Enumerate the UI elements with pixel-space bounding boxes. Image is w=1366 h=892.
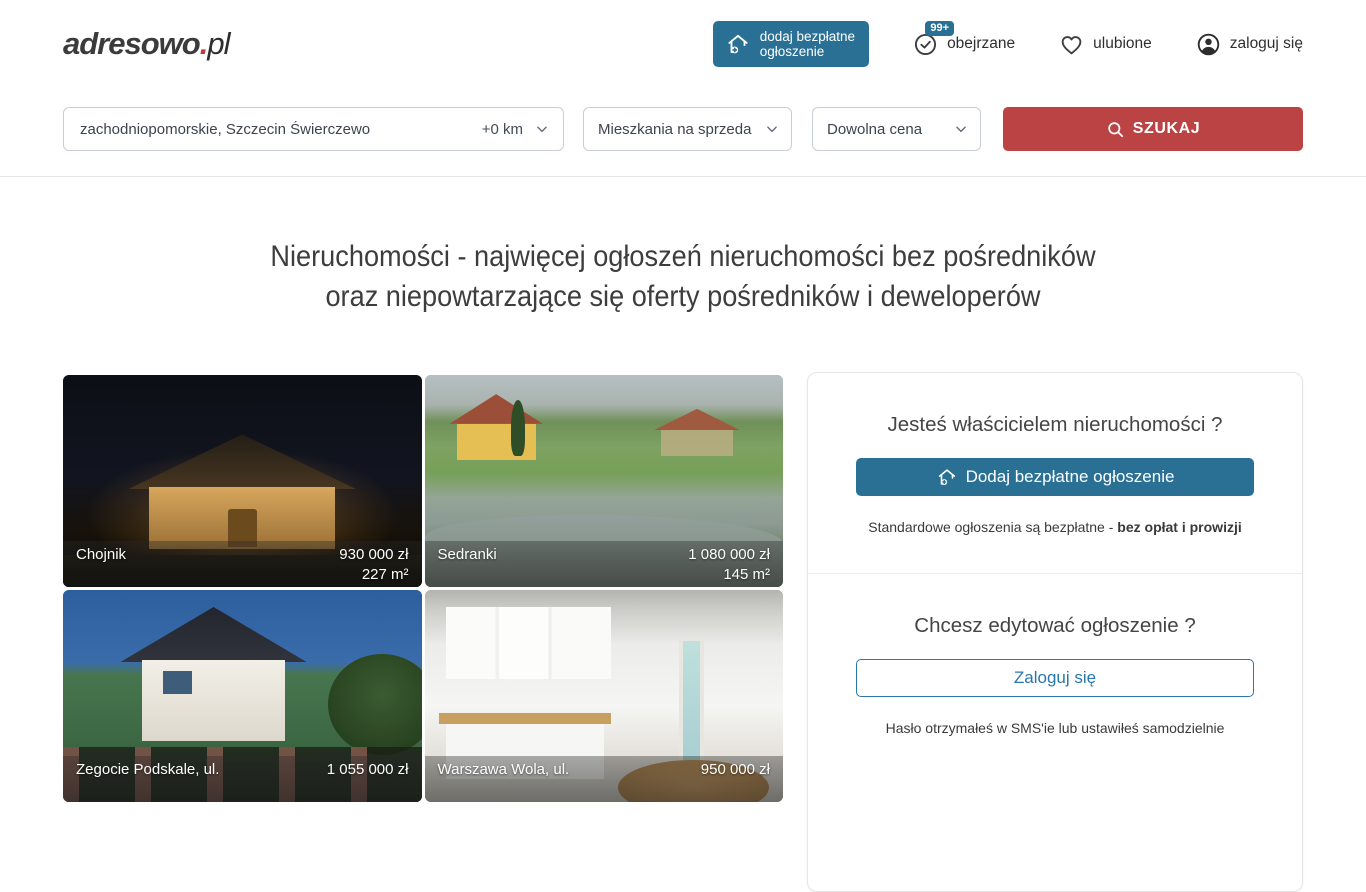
photo-bush-shape bbox=[328, 654, 421, 756]
search-icon bbox=[1106, 120, 1125, 139]
listing-caption: Chojnik 930 000 zł 227 m² bbox=[63, 541, 422, 587]
listing-area: 145 m² bbox=[688, 565, 770, 585]
price-value: Dowolna cena bbox=[827, 121, 922, 138]
category-select[interactable]: Mieszkania na sprzeda bbox=[583, 107, 792, 151]
listing-card[interactable]: Sedranki 1 080 000 zł 145 m² bbox=[425, 375, 784, 587]
listing-name: Warszawa Wola, ul. bbox=[438, 760, 701, 780]
favorites-label: ulubione bbox=[1093, 35, 1152, 53]
listing-price: 1 055 000 zł bbox=[327, 760, 409, 780]
owner-panel: Jesteś właścicielem nieruchomości ? Doda… bbox=[807, 372, 1303, 892]
account-circle-icon bbox=[1196, 32, 1221, 57]
chevron-down-icon bbox=[765, 122, 779, 136]
photo-door-shape bbox=[679, 637, 704, 764]
edit-section: Chcesz edytować ogłoszenie ? Zaloguj się… bbox=[808, 573, 1302, 774]
page-title: Nieruchomości - najwięcej ogłoszeń nieru… bbox=[55, 237, 1312, 317]
listing-caption: Warszawa Wola, ul. 950 000 zł bbox=[425, 756, 784, 802]
chevron-down-icon bbox=[535, 122, 549, 136]
login-link[interactable]: zaloguj się bbox=[1196, 32, 1303, 57]
owner-note: Standardowe ogłoszenia są bezpłatne - be… bbox=[856, 519, 1254, 535]
sidebar-add-listing-button[interactable]: Dodaj bezpłatne ogłoszenie bbox=[856, 458, 1254, 496]
photo-gazebo-shape bbox=[661, 430, 733, 455]
listings-grid: Chojnik 930 000 zł 227 m² Sedranki 1 080… bbox=[63, 375, 783, 802]
search-section: zachodniopomorskie, Szczecin Świerczewo … bbox=[0, 88, 1366, 177]
sidebar-add-listing-label: Dodaj bezpłatne ogłoszenie bbox=[966, 467, 1175, 487]
photo-cabinet-shape bbox=[446, 607, 611, 679]
viewed-link[interactable]: 99+ obejrzane bbox=[913, 32, 1015, 57]
hero-section: Nieruchomości - najwięcej ogłoszeń nieru… bbox=[0, 177, 1366, 375]
logo-tld: pl bbox=[207, 26, 229, 61]
viewed-label: obejrzane bbox=[947, 35, 1015, 53]
photo-counter-shape bbox=[439, 713, 611, 724]
viewed-count-badge: 99+ bbox=[925, 21, 954, 36]
photo-roof-shape bbox=[128, 434, 357, 489]
chevron-down-icon bbox=[954, 122, 968, 136]
listing-name: Chojnik bbox=[76, 545, 339, 565]
listing-area: 227 m² bbox=[339, 565, 408, 585]
listing-card[interactable]: Chojnik 930 000 zł 227 m² bbox=[63, 375, 422, 587]
sidebar-login-button[interactable]: Zaloguj się bbox=[856, 659, 1254, 697]
add-listing-label: dodaj bezpłatne ogłoszenie bbox=[760, 29, 855, 59]
edit-title: Chcesz edytować ogłoszenie ? bbox=[856, 614, 1254, 638]
check-circle-icon: 99+ bbox=[913, 32, 938, 57]
top-header: adresowo.pl dodaj bezpłatne ogłoszenie bbox=[0, 0, 1366, 88]
photo-roof-shape bbox=[120, 607, 306, 662]
location-input[interactable]: zachodniopomorskie, Szczecin Świerczewo … bbox=[63, 107, 564, 151]
main-content: Chojnik 930 000 zł 227 m² Sedranki 1 080… bbox=[0, 375, 1366, 892]
listing-card[interactable]: Zegocie Podskale, ul. 1 055 000 zł bbox=[63, 590, 422, 802]
listing-caption: Sedranki 1 080 000 zł 145 m² bbox=[425, 541, 784, 587]
favorites-link[interactable]: ulubione bbox=[1059, 32, 1152, 57]
listing-card[interactable]: Warszawa Wola, ul. 950 000 zł bbox=[425, 590, 784, 802]
heart-icon bbox=[1059, 32, 1084, 57]
owner-title: Jesteś właścicielem nieruchomości ? bbox=[856, 413, 1254, 437]
home-plus-icon bbox=[936, 466, 958, 488]
site-logo[interactable]: adresowo.pl bbox=[63, 26, 229, 62]
price-select[interactable]: Dowolna cena bbox=[812, 107, 981, 151]
listing-price: 930 000 zł bbox=[339, 545, 408, 565]
listing-area bbox=[327, 780, 409, 798]
listing-name: Sedranki bbox=[438, 545, 689, 565]
login-label: zaloguj się bbox=[1230, 35, 1303, 53]
edit-note: Hasło otrzymałeś w SMS'ie lub ustawiłeś … bbox=[856, 720, 1254, 736]
listing-price: 1 080 000 zł bbox=[688, 545, 770, 565]
search-button[interactable]: SZUKAJ bbox=[1003, 107, 1303, 151]
radius-value: +0 km bbox=[482, 121, 523, 138]
listing-area bbox=[701, 780, 770, 798]
photo-tree-shape bbox=[511, 400, 525, 455]
radius-dropdown[interactable]: +0 km bbox=[482, 121, 549, 138]
home-plus-icon bbox=[725, 31, 751, 57]
listing-name: Zegocie Podskale, ul. bbox=[76, 760, 327, 780]
add-listing-button[interactable]: dodaj bezpłatne ogłoszenie bbox=[713, 21, 869, 67]
photo-roof-shape bbox=[450, 394, 543, 424]
logo-name: adresowo bbox=[63, 26, 200, 61]
category-value: Mieszkania na sprzeda bbox=[598, 121, 756, 138]
listing-price: 950 000 zł bbox=[701, 760, 770, 780]
location-value: zachodniopomorskie, Szczecin Świerczewo bbox=[80, 121, 370, 138]
photo-window-shape bbox=[163, 671, 192, 694]
owner-section: Jesteś właścicielem nieruchomości ? Doda… bbox=[808, 373, 1302, 573]
sidebar-login-label: Zaloguj się bbox=[1014, 668, 1096, 688]
header-actions: dodaj bezpłatne ogłoszenie 99+ obejrzane… bbox=[713, 21, 1303, 67]
photo-gazebo-shape bbox=[654, 409, 740, 430]
listing-caption: Zegocie Podskale, ul. 1 055 000 zł bbox=[63, 756, 422, 802]
search-button-label: SZUKAJ bbox=[1133, 120, 1201, 138]
